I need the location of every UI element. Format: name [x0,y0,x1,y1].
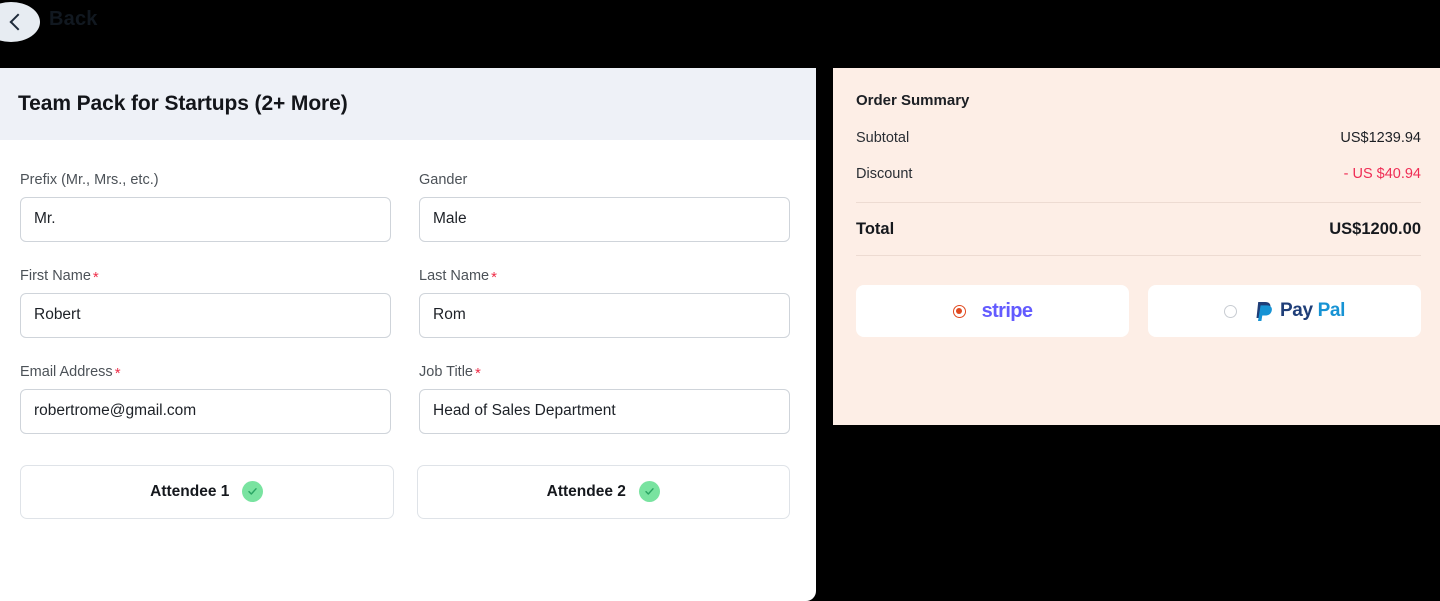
tab-attendee-1[interactable]: Attendee 1 [20,464,394,519]
form-row: Email Address * robertrome@gmail.com Job… [20,363,790,434]
label-text: Last Name [419,267,490,284]
form-header: Team Pack for Startups (2+ More) [0,68,816,140]
top-bar: Back [0,0,1440,68]
field-label-gander: Gander [419,173,790,188]
attendee-2-label: Attendee 2 [546,482,626,500]
label-text: Job Title [419,363,473,380]
form-row: Prefix (Mr., Mrs., etc.) Mr. Gander Male [20,173,790,242]
back-button[interactable] [0,2,40,42]
field-label-first-name: First Name * [20,267,391,286]
total-amount: US$1200.00 [1329,220,1421,238]
subtotal-amount: US$1239.94 [1340,130,1421,146]
chevron-left-icon [9,13,27,31]
required-marker: * [114,364,121,382]
field-label-job-title: Job Title * [419,363,790,382]
field-prefix: Prefix (Mr., Mrs., etc.) Mr. [20,173,391,242]
discount-amount: - US $40.94 [1343,166,1421,182]
payment-method-options: stripe Pay Pal [856,285,1421,337]
tab-attendee-2[interactable]: Attendee 2 [416,464,790,519]
attendee-tabs: Attendee 1 Attendee 2 [20,464,790,519]
payment-option-paypal[interactable]: Pay Pal [1148,285,1421,337]
label-text: First Name [20,267,91,284]
summary-row-discount: Discount - US $40.94 [856,166,1421,182]
attendee-1-label: Attendee 1 [150,482,230,500]
discount-label: Discount [856,166,913,182]
form-row: First Name * Robert Last Name * Rom [20,267,790,338]
field-email: Email Address * robertrome@gmail.com [20,363,391,434]
label-text: Email Address [20,363,113,380]
attendee-form-card: Team Pack for Startups (2+ More) Prefix … [0,68,816,601]
stripe-logo-icon: stripe [981,299,1033,322]
paypal-word-pay: Pay [1280,300,1313,321]
gander-input[interactable]: Male [419,196,790,242]
label-text: Gander [419,172,468,188]
order-summary-title: Order Summary [856,92,970,109]
radio-stripe[interactable] [952,304,966,318]
first-name-input[interactable]: Robert [20,292,391,338]
subtotal-label: Subtotal [856,130,910,146]
field-label-prefix: Prefix (Mr., Mrs., etc.) [20,173,391,188]
prefix-input[interactable]: Mr. [20,196,391,242]
back-label: Back [49,8,98,30]
order-summary-panel: Order Summary Subtotal US$1239.94 Discou… [833,68,1440,425]
required-marker: * [491,268,497,286]
paypal-logo-icon: Pay Pal [1253,299,1345,323]
page-title: Team Pack for Startups (2+ More) [18,92,348,115]
total-label: Total [856,220,895,238]
field-gander: Gander Male [419,173,790,242]
form-body: Prefix (Mr., Mrs., etc.) Mr. Gander Male… [0,140,816,519]
paypal-p-mark [1256,302,1272,321]
check-circle-icon [242,481,264,502]
summary-row-subtotal: Subtotal US$1239.94 [856,130,1421,146]
radio-paypal[interactable] [1224,304,1238,318]
divider-below-total [856,255,1421,256]
summary-row-total: Total US$1200.00 [856,203,1421,255]
email-input[interactable]: robertrome@gmail.com [20,388,391,434]
job-title-input[interactable]: Head of Sales Department [419,388,790,434]
field-last-name: Last Name * Rom [419,267,790,338]
field-first-name: First Name * Robert [20,267,391,338]
required-marker: * [475,364,481,382]
paypal-word-pal: Pal [1317,300,1346,321]
payment-option-stripe[interactable]: stripe [856,285,1129,337]
field-job-title: Job Title * Head of Sales Department [419,363,790,434]
check-circle-icon [638,481,660,502]
label-text: Prefix (Mr., Mrs., etc.) [20,172,159,188]
field-label-email: Email Address * [20,363,391,382]
field-label-last-name: Last Name * [419,267,790,286]
last-name-input[interactable]: Rom [419,292,790,338]
required-marker: * [92,268,99,286]
